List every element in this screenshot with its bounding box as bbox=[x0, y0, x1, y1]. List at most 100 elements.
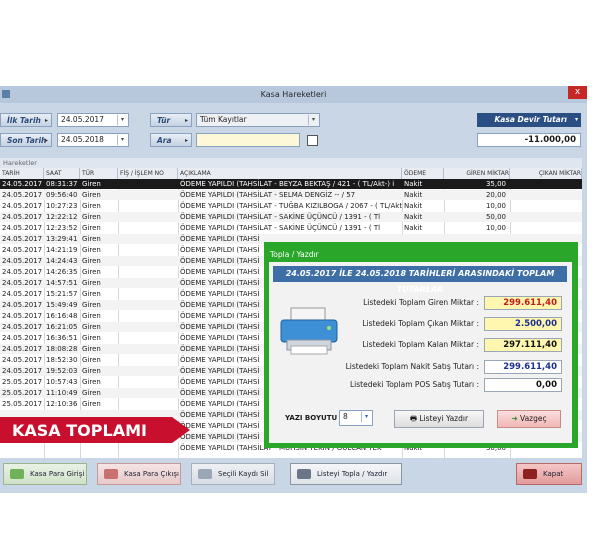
column-header[interactable]: GİREN MİKTAR bbox=[444, 168, 510, 179]
table-row[interactable]: 24.05.2017 09:56:40 Giren ÖDEME YAPILDI (TA… bbox=[0, 190, 582, 200]
table-cell: 24.05.2017 bbox=[2, 235, 43, 243]
chevron-down-icon[interactable]: ▾ bbox=[117, 115, 127, 125]
ilk-tarih-label[interactable]: İlk Tarih ▸ bbox=[0, 113, 52, 127]
table-cell bbox=[118, 344, 178, 354]
table-cell: Giren bbox=[82, 224, 101, 232]
son-tarih-input[interactable]: 24.05.2018 ▾ bbox=[57, 133, 129, 147]
table-cell: 10,00 bbox=[485, 202, 506, 210]
kasa-devir-tutari-label[interactable]: Kasa Devir Tutarı ▾ bbox=[477, 113, 581, 127]
table-cell: Giren bbox=[82, 367, 101, 375]
table-cell bbox=[510, 179, 582, 189]
column-header[interactable]: TÜR bbox=[80, 168, 118, 179]
son-tarih-label[interactable]: Son Tarih ▸ bbox=[0, 133, 52, 147]
table-cell: Giren bbox=[82, 213, 101, 221]
table-cell: 25.05.2017 bbox=[2, 389, 43, 397]
column-header[interactable]: ÖDEME ŞEKLİ bbox=[402, 168, 444, 188]
vazgec-button[interactable]: ➜ Vazgeç bbox=[497, 410, 561, 428]
toplam-kalan-label: Listedeki Toplam Kalan Miktar : bbox=[362, 340, 479, 349]
table-cell: Giren bbox=[82, 323, 101, 331]
close-button[interactable]: x bbox=[568, 86, 587, 99]
table-cell: 14:57:51 bbox=[46, 279, 78, 287]
column-header[interactable]: TARİH bbox=[0, 168, 44, 179]
table-cell: 24.05.2017 bbox=[2, 367, 43, 375]
table-cell bbox=[118, 278, 178, 288]
table-cell: 18:52:30 bbox=[46, 356, 78, 364]
column-header[interactable]: FİŞ / İŞLEM NO bbox=[118, 168, 178, 179]
table-cell: Giren bbox=[82, 334, 101, 342]
table-cell: 11:10:49 bbox=[46, 389, 78, 397]
delete-icon bbox=[198, 469, 212, 479]
table-cell: 12:22:12 bbox=[46, 213, 78, 221]
dialog-banner: 24.05.2017 İLE 24.05.2018 TARİHLERİ ARAS… bbox=[273, 266, 567, 294]
ara-checkbox[interactable] bbox=[307, 135, 318, 146]
table-row[interactable]: 24.05.2017 12:23:52 Giren ÖDEME YAPILDI (TA… bbox=[0, 223, 582, 233]
chevron-down-icon[interactable]: ▾ bbox=[308, 115, 318, 125]
chevron-down-icon: ▾ bbox=[574, 116, 578, 123]
table-cell: 15:21:57 bbox=[46, 290, 78, 298]
ara-input[interactable] bbox=[196, 133, 300, 147]
yazi-boyutu-label: YAZI BOYUTU : bbox=[285, 414, 343, 422]
table-cell: Nakit bbox=[404, 213, 423, 221]
table-cell: 16:21:05 bbox=[46, 323, 78, 331]
table-cell: Giren bbox=[82, 290, 101, 298]
table-cell: 16:16:48 bbox=[46, 312, 78, 320]
table-cell: Nakit bbox=[404, 191, 423, 199]
table-cell bbox=[510, 223, 582, 233]
table-cell bbox=[118, 201, 178, 211]
table-row[interactable]: 24.05.2017 08:31:37 Giren ÖDEME YAPILDI (TA… bbox=[0, 179, 582, 189]
table-cell bbox=[118, 179, 178, 189]
dialog-title: Topla / Yazdır bbox=[270, 250, 319, 259]
table-cell: 09:56:40 bbox=[46, 191, 78, 199]
undo-arrow-icon: ➜ bbox=[511, 414, 521, 423]
table-cell: 25.05.2017 bbox=[2, 378, 43, 386]
pos-satis-label: Listedeki Toplam POS Satış Tutarı : bbox=[350, 380, 479, 389]
printer-icon bbox=[297, 469, 311, 479]
table-row[interactable]: 24.05.2017 12:22:12 Giren ÖDEME YAPILDI (TA… bbox=[0, 212, 582, 222]
listeyi-topla-yazdir-button[interactable]: Listeyi Topla / Yazdır bbox=[290, 463, 402, 485]
table-cell bbox=[118, 289, 178, 299]
table-cell: 08:31:37 bbox=[46, 180, 78, 188]
table-cell: 50,00 bbox=[485, 213, 506, 221]
table-cell bbox=[118, 267, 178, 277]
table-cell: 24.05.2017 bbox=[2, 180, 43, 188]
table-cell: 24.05.2017 bbox=[2, 268, 43, 276]
table-cell: 24.05.2017 bbox=[2, 301, 43, 309]
table-row[interactable]: 24.05.2017 10:27:23 Giren ÖDEME YAPILDI (TA… bbox=[0, 201, 582, 211]
table-cell: Giren bbox=[82, 246, 101, 254]
yazi-boyutu-select[interactable]: 8 ▾ bbox=[339, 410, 373, 426]
table-cell: 18:08:28 bbox=[46, 345, 78, 353]
grid-caption: Hareketler bbox=[0, 158, 582, 168]
table-cell: 14:24:43 bbox=[46, 257, 78, 265]
kasa-para-cikisi-button[interactable]: Kasa Para Çıkışı bbox=[97, 463, 181, 485]
table-cell: 24.05.2017 bbox=[2, 213, 43, 221]
nakit-satis-label: Listedeki Toplam Nakit Satış Tutarı : bbox=[345, 362, 479, 371]
column-header[interactable]: ÇIKAN MİKTAR bbox=[510, 168, 582, 179]
table-cell bbox=[118, 245, 178, 255]
chevron-down-icon[interactable]: ▾ bbox=[117, 135, 127, 145]
kapat-button[interactable]: Kapat bbox=[516, 463, 582, 485]
table-cell: Giren bbox=[82, 389, 101, 397]
table-cell: 35,00 bbox=[485, 180, 506, 188]
table-cell: 10,00 bbox=[485, 224, 506, 232]
money-out-icon bbox=[104, 469, 118, 479]
ara-label[interactable]: Ara ▸ bbox=[150, 133, 192, 147]
chevron-right-icon: ▸ bbox=[44, 137, 48, 144]
table-cell: 24.05.2017 bbox=[2, 356, 43, 364]
column-header[interactable]: AÇIKLAMA bbox=[178, 168, 402, 179]
tur-select[interactable]: Tüm Kayıtlar ▾ bbox=[196, 113, 320, 127]
ilk-tarih-input[interactable]: 24.05.2017 ▾ bbox=[57, 113, 129, 127]
table-cell: Giren bbox=[82, 202, 101, 210]
secili-kaydi-sil-button[interactable]: Seçili Kaydı Sil bbox=[191, 463, 275, 485]
table-cell bbox=[118, 322, 178, 332]
tur-label[interactable]: Tür ▸ bbox=[150, 113, 192, 127]
app-icon bbox=[2, 90, 10, 98]
chevron-down-icon[interactable]: ▾ bbox=[361, 412, 371, 422]
table-cell bbox=[510, 201, 582, 211]
table-cell: Giren bbox=[82, 301, 101, 309]
table-cell bbox=[510, 212, 582, 222]
kasa-para-girisi-button[interactable]: Kasa Para Girişi bbox=[3, 463, 87, 485]
listeyi-yazdir-button[interactable]: 🖶 Listeyi Yazdır bbox=[394, 410, 484, 428]
column-header[interactable]: SAAT bbox=[44, 168, 80, 179]
table-cell bbox=[0, 443, 44, 453]
table-cell: 19:52:03 bbox=[46, 367, 78, 375]
